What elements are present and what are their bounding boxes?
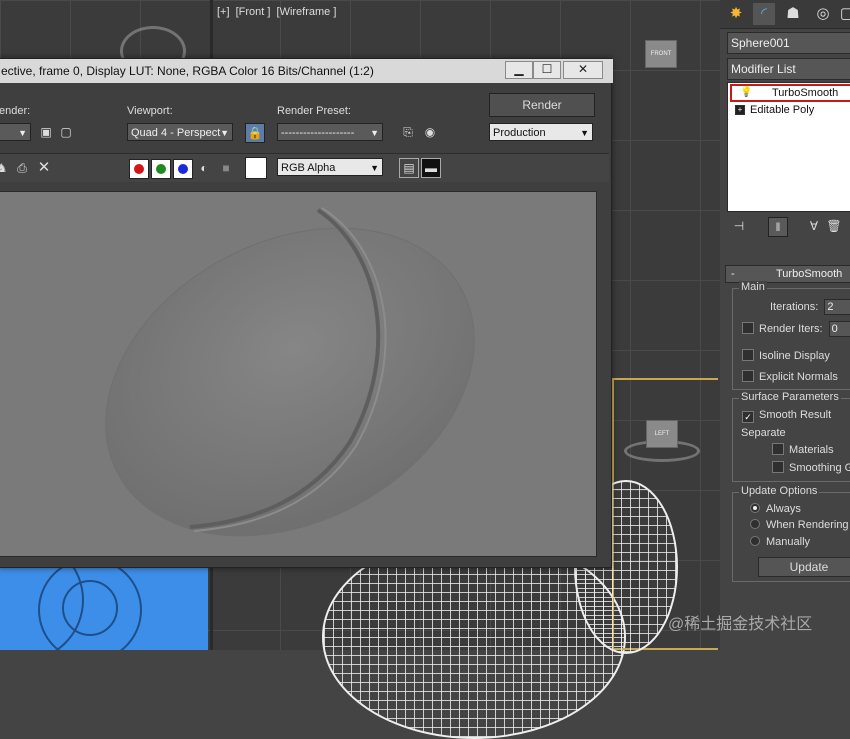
clear-icon[interactable]: ✕ bbox=[35, 159, 53, 177]
render-preset-label: Render Preset: bbox=[277, 105, 351, 117]
blue-channel-toggle[interactable] bbox=[173, 159, 193, 179]
alpha-channel-icon[interactable]: ◐ bbox=[195, 159, 213, 177]
viewport-menu-view[interactable]: [Front ] bbox=[236, 6, 271, 18]
clone-icon[interactable]: ♞ bbox=[0, 159, 11, 177]
command-panel: ✸ ◜ ☗ ◎ ▢ Sphere001 Modifier List 💡 Turb… bbox=[720, 0, 850, 650]
viewport-menu-plus[interactable]: [+] bbox=[217, 6, 230, 18]
edit-region-icon[interactable]: ▣ bbox=[37, 123, 55, 141]
red-channel-toggle[interactable] bbox=[129, 159, 149, 179]
display-channel-dropdown[interactable]: RGB Alpha ▼ bbox=[277, 158, 383, 176]
make-unique-icon[interactable]: ∀ bbox=[805, 217, 823, 235]
explicit-normals-row[interactable]: Explicit Normals bbox=[742, 370, 838, 383]
separate-label: Separate bbox=[741, 427, 786, 439]
materials-checkbox[interactable] bbox=[772, 443, 784, 455]
materials-row[interactable]: Materials bbox=[772, 443, 834, 456]
isoline-checkbox[interactable] bbox=[742, 349, 754, 361]
when-rendering-row[interactable]: When Rendering bbox=[750, 519, 849, 531]
stack-item-editable-poly[interactable]: + Editable Poly bbox=[728, 102, 850, 118]
render-preset-dropdown[interactable]: -------------------- ▼ bbox=[277, 123, 383, 141]
render-canvas[interactable] bbox=[0, 191, 597, 557]
show-end-result-icon[interactable]: ‖ bbox=[768, 217, 788, 237]
modify-tab-icon[interactable]: ◜ bbox=[753, 3, 775, 25]
expand-icon[interactable]: + bbox=[735, 105, 745, 115]
monochrome-icon[interactable]: ■ bbox=[217, 159, 235, 177]
window-titlebar[interactable]: ective, frame 0, Display LUT: None, RGBA… bbox=[0, 59, 613, 83]
modifier-stack[interactable]: 💡 TurboSmooth + Editable Poly bbox=[727, 82, 850, 212]
object-name-field[interactable]: Sphere001 bbox=[727, 32, 850, 54]
close-button[interactable]: ✕ bbox=[563, 61, 603, 79]
production-dropdown[interactable]: Production ▼ bbox=[489, 123, 593, 141]
render-toolbar: ♞ ⎙ ✕ ◐ ■ RGB Alpha ▼ ▤ ▬ bbox=[0, 153, 609, 182]
rendered-frame-window[interactable]: ective, frame 0, Display LUT: None, RGBA… bbox=[0, 58, 613, 568]
smooth-result-checkbox[interactable]: ✓ bbox=[742, 411, 754, 423]
modifier-list-dropdown[interactable]: Modifier List bbox=[727, 58, 850, 80]
area-to-render-label: ender: bbox=[0, 105, 31, 117]
viewport-label[interactable]: [+] [Front ] [Wireframe ] bbox=[217, 6, 339, 18]
explicit-normals-checkbox[interactable] bbox=[742, 370, 754, 382]
viewcube-front[interactable]: FRONT bbox=[645, 40, 677, 68]
watermark: @稀土掘金技术社区 bbox=[668, 616, 813, 633]
stack-item-turbosmooth[interactable]: 💡 TurboSmooth bbox=[730, 84, 850, 102]
maximize-button[interactable]: ☐ bbox=[533, 61, 561, 79]
hierarchy-tab-icon[interactable]: ☗ bbox=[782, 3, 804, 25]
iterations-row: Iterations: 2 bbox=[770, 299, 850, 315]
display-tab-icon[interactable]: ▢ bbox=[836, 3, 850, 25]
iterations-spinner[interactable]: 2 bbox=[824, 299, 850, 315]
viewport-menu-shading[interactable]: [Wireframe ] bbox=[277, 6, 337, 18]
left-viewport-preview[interactable] bbox=[0, 568, 208, 650]
rendered-sphere-image bbox=[105, 207, 475, 537]
color-swatch[interactable] bbox=[245, 157, 267, 179]
lightbulb-icon[interactable]: 💡 bbox=[740, 86, 752, 100]
always-radio[interactable] bbox=[750, 503, 760, 513]
motion-tab-icon[interactable]: ◎ bbox=[812, 3, 834, 25]
pin-stack-icon[interactable]: ⊣ bbox=[730, 217, 748, 235]
when-rendering-radio[interactable] bbox=[750, 519, 760, 529]
stack-toolbar: ⊣ ‖ ∀ 🗑 bbox=[727, 215, 850, 239]
render-iters-checkbox[interactable] bbox=[742, 321, 754, 334]
manually-radio[interactable] bbox=[750, 536, 760, 546]
isoline-display-row[interactable]: Isoline Display bbox=[742, 349, 830, 362]
viewcube-left[interactable]: LEFT bbox=[646, 420, 678, 448]
render-frame-body: ender: ▼ ▣ ▢ Viewport: Quad 4 - Perspect… bbox=[0, 83, 611, 567]
print-icon[interactable]: ⎙ bbox=[13, 159, 31, 177]
render-iters-spinner[interactable]: 0 bbox=[828, 321, 850, 337]
auto-region-icon[interactable]: ▢ bbox=[57, 123, 75, 141]
smoothing-groups-row[interactable]: Smoothing G bbox=[772, 461, 850, 474]
command-panel-tabs: ✸ ◜ ☗ ◎ ▢ bbox=[720, 0, 850, 29]
create-tab-icon[interactable]: ✸ bbox=[725, 3, 747, 25]
render-setup-icon[interactable]: ⎘ bbox=[399, 123, 417, 141]
render-button[interactable]: Render bbox=[489, 93, 595, 117]
green-channel-toggle[interactable] bbox=[151, 159, 171, 179]
area-to-render-dropdown[interactable]: ▼ bbox=[0, 123, 31, 141]
lock-icon[interactable]: 🔒 bbox=[245, 123, 265, 143]
always-row[interactable]: Always bbox=[750, 503, 801, 515]
window-title: ective, frame 0, Display LUT: None, RGBA… bbox=[1, 64, 374, 78]
update-button[interactable]: Update bbox=[758, 557, 850, 577]
smooth-result-row[interactable]: ✓ Smooth Result bbox=[742, 409, 831, 423]
manually-row[interactable]: Manually bbox=[750, 536, 810, 548]
toggle-ui-icon[interactable]: ▬ bbox=[421, 158, 441, 178]
viewport-select-label: Viewport: bbox=[127, 105, 173, 117]
render-iters-row[interactable]: Render Iters: 0 bbox=[742, 321, 850, 337]
toggle-ui-overlay-icon[interactable]: ▤ bbox=[399, 158, 419, 178]
smoothing-groups-checkbox[interactable] bbox=[772, 461, 784, 473]
remove-modifier-icon[interactable]: 🗑 bbox=[825, 217, 843, 235]
minimize-button[interactable]: ▁ bbox=[505, 61, 533, 79]
environment-icon[interactable]: ◉ bbox=[421, 123, 439, 141]
viewport-dropdown[interactable]: Quad 4 - Perspect ▼ bbox=[127, 123, 233, 141]
